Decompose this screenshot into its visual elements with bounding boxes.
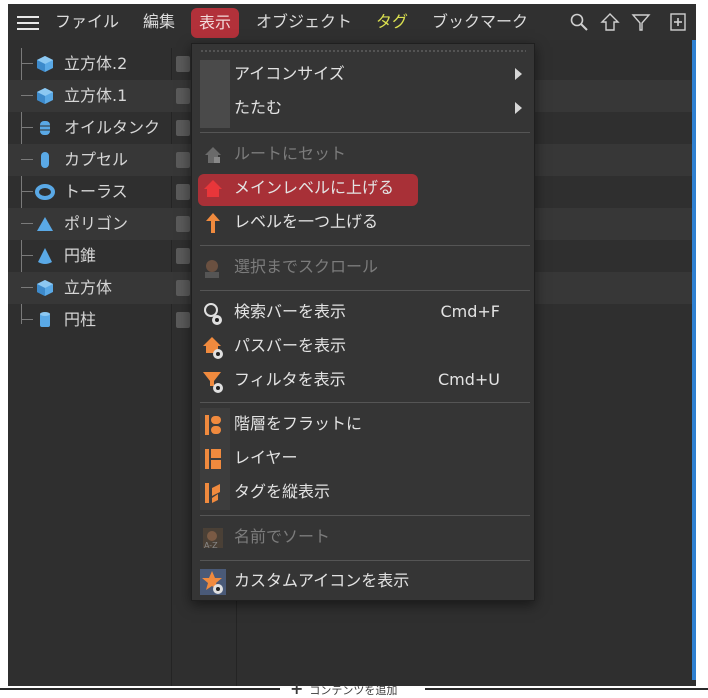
menu-sort-by-name: A-Z 名前でソート: [192, 521, 534, 553]
object-label: オイルタンク: [64, 118, 161, 137]
search-bar-icon: [200, 300, 226, 326]
divider-left: [0, 688, 280, 690]
new-window-icon[interactable]: [668, 12, 688, 32]
menu-main-level[interactable]: メインレベルに上げる: [192, 172, 534, 204]
cube-icon: [35, 278, 55, 298]
menu-item-label: レイヤー: [234, 448, 298, 467]
menu-show-search-bar[interactable]: 検索バーを表示 Cmd+F: [192, 296, 534, 328]
filter-icon[interactable]: [631, 12, 651, 32]
visibility-toggle[interactable]: [176, 152, 190, 168]
menu-separator: [200, 515, 530, 516]
visibility-toggle[interactable]: [176, 184, 190, 200]
menu-bookmark[interactable]: ブックマーク: [432, 4, 528, 40]
menu-file[interactable]: ファイル: [55, 4, 119, 40]
main-level-icon: [200, 176, 226, 202]
menu-item-label: メインレベルに上げる: [234, 178, 395, 197]
menu-show-path-bar[interactable]: パスバーを表示: [192, 330, 534, 362]
menu-object[interactable]: オブジェクト: [256, 4, 352, 40]
menubar: ファイル 編集 表示 オブジェクト タグ ブックマーク: [8, 4, 696, 40]
visibility-toggle[interactable]: [176, 312, 190, 328]
home-up-icon[interactable]: [600, 12, 620, 32]
submenu-arrow-icon: [515, 102, 522, 114]
panel-edge: [692, 40, 696, 680]
menu-show-filter[interactable]: フィルタを表示 Cmd+U: [192, 364, 534, 396]
menu-item-label: たたむ: [234, 98, 283, 117]
add-content-label: コンテンツを追加: [309, 684, 398, 697]
menu-separator: [200, 290, 530, 291]
menu-item-label: 検索バーを表示: [234, 302, 347, 321]
menu-level-up[interactable]: レベルを一つ上げる: [192, 206, 534, 238]
cylinder-icon: [35, 310, 55, 330]
menu-scroll-to-selection: 選択までスクロール: [192, 251, 534, 283]
object-label: 立方体.2: [64, 54, 128, 73]
cone-icon: [35, 246, 55, 266]
menu-item-label: ルートにセット: [234, 144, 347, 163]
divider-right: [425, 688, 708, 690]
tear-off-handle[interactable]: [200, 50, 526, 52]
visibility-toggle[interactable]: [176, 88, 190, 104]
menu-edit[interactable]: 編集: [143, 4, 175, 40]
flatten-hierarchy-icon: [200, 412, 226, 438]
layer-icon: [200, 446, 226, 472]
menu-set-root: ルートにセット: [192, 138, 534, 170]
svg-text:A-Z: A-Z: [204, 541, 218, 550]
scroll-to-selection-icon: [200, 255, 226, 281]
menu-item-label: フィルタを表示: [234, 370, 346, 389]
view-dropdown-menu: アイコンサイズ たたむ ルートにセット メインレベルに上げる レベルを一つ上げる…: [191, 43, 535, 601]
plus-icon: +: [290, 679, 304, 698]
menu-show-custom-icons[interactable]: カスタムアイコンを表示: [192, 565, 534, 597]
object-label: 立方体: [64, 278, 113, 297]
menu-separator: [200, 132, 530, 133]
menu-item-label: 名前でソート: [234, 527, 331, 546]
vertical-tags-icon: [200, 480, 226, 506]
shortcut-label: Cmd+U: [437, 370, 500, 389]
set-root-icon: [200, 142, 226, 168]
object-label: 円柱: [64, 310, 97, 329]
menu-separator: [200, 245, 530, 246]
menu-view[interactable]: 表示: [191, 8, 240, 38]
menu-item-label: カスタムアイコンを表示: [234, 571, 410, 590]
object-label: ポリゴン: [64, 214, 129, 233]
menu-item-label: レベルを一つ上げる: [234, 212, 379, 231]
visibility-toggle[interactable]: [176, 56, 190, 72]
object-label: 円錐: [64, 246, 97, 265]
object-label: トーラス: [64, 182, 128, 201]
visibility-toggle[interactable]: [176, 248, 190, 264]
object-label: 立方体.1: [64, 86, 128, 105]
menu-collapse[interactable]: たたむ: [192, 92, 534, 124]
cube-icon: [35, 86, 55, 106]
menu-item-label: タグを縦表示: [234, 482, 331, 501]
sort-by-name-icon: A-Z: [200, 525, 226, 551]
filter-show-icon: [200, 368, 226, 394]
cube-icon: [35, 54, 55, 74]
search-icon[interactable]: [569, 12, 589, 32]
object-manager-window: ファイル 編集 表示 オブジェクト タグ ブックマーク 立方体.2 立方体.1 …: [8, 4, 696, 686]
custom-icon-icon: [200, 569, 226, 595]
hamburger-menu-icon[interactable]: [17, 16, 39, 30]
visibility-toggle[interactable]: [176, 280, 190, 296]
shortcut-label: Cmd+F: [440, 302, 500, 321]
menu-icon-size[interactable]: アイコンサイズ: [192, 58, 534, 90]
add-content-button[interactable]: + コンテンツを追加: [290, 679, 398, 698]
object-label: カプセル: [64, 150, 129, 169]
visibility-toggle[interactable]: [176, 120, 190, 136]
menu-tag[interactable]: タグ: [376, 4, 408, 40]
menu-item-label: パスバーを表示: [234, 336, 347, 355]
menu-item-label: アイコンサイズ: [234, 64, 345, 83]
polygon-icon: [35, 214, 55, 234]
menu-item-label: 選択までスクロール: [234, 257, 379, 276]
menu-separator: [200, 560, 530, 561]
menu-item-label: 階層をフラットに: [234, 414, 363, 433]
torus-icon: [35, 182, 55, 202]
up-arrow-icon: [200, 210, 226, 236]
menu-flatten-hierarchy[interactable]: 階層をフラットに: [192, 408, 534, 440]
path-bar-icon: [200, 334, 226, 360]
menu-separator: [200, 402, 530, 403]
oil-tank-icon: [35, 118, 55, 138]
visibility-toggle[interactable]: [176, 216, 190, 232]
capsule-icon: [35, 150, 55, 170]
menu-layer[interactable]: レイヤー: [192, 442, 534, 474]
submenu-arrow-icon: [515, 68, 522, 80]
menu-vertical-tags[interactable]: タグを縦表示: [192, 476, 534, 508]
